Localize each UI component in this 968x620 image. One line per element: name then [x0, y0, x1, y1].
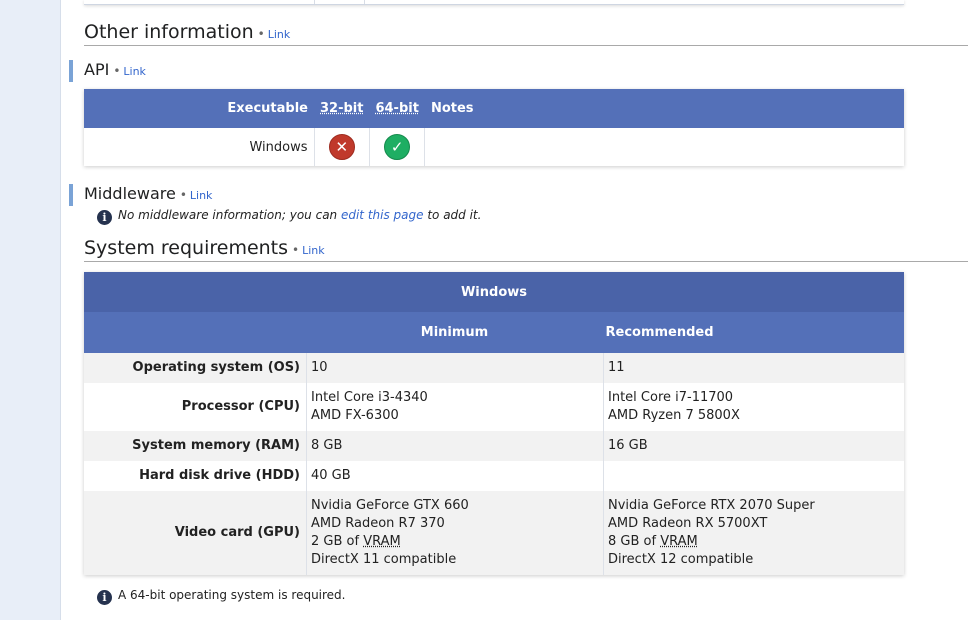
min-cell: Intel Core i3-4340 AMD FX-6300 [306, 383, 604, 431]
header-32bit: 32-bit [314, 89, 370, 128]
section-heading-other-information: Other information • Link [84, 21, 968, 46]
footer-note: iA 64-bit operating system is required. [97, 588, 346, 605]
middleware-note: i No middleware information; you can edit… [97, 208, 481, 225]
vram-abbr: VRAM [660, 534, 698, 549]
header-recommended: Recommended [603, 312, 904, 353]
section-heading-api: API • Link [69, 60, 146, 82]
api-row-label: Windows [84, 128, 315, 166]
edit-this-page-link[interactable]: edit this page [341, 208, 424, 222]
rec-cell: Intel Core i7-11700 AMD Ryzen 7 5800X [603, 383, 904, 431]
section-link[interactable]: Link [123, 65, 146, 78]
api-header-row: Executable 32-bit 64-bit Notes [84, 89, 904, 128]
table-row: Operating system (OS) 10 11 [84, 353, 904, 383]
x-circle-icon: ✕ [328, 134, 355, 160]
min-cell: 10 [306, 353, 604, 383]
row-label: Operating system (OS) [84, 353, 307, 383]
section-title: System requirements [84, 237, 289, 259]
os-header: Windows [84, 272, 904, 312]
section-heading-system-requirements: System requirements • Link [84, 237, 968, 262]
row-label: Processor (CPU) [84, 383, 307, 431]
system-requirements-table: Windows Minimum Recommended Operating sy… [84, 272, 904, 575]
row-label: Hard disk drive (HDD) [84, 461, 307, 491]
rec-cell: 11 [603, 353, 904, 383]
info-icon: i [97, 210, 112, 225]
check-circle-icon: ✓ [384, 134, 411, 160]
api-notes-cell [424, 128, 904, 166]
section-link[interactable]: Link [302, 244, 325, 257]
header-executable: Executable [84, 89, 314, 128]
api-row-windows: Windows ✕ ✓ [84, 128, 904, 166]
section-title: Other information [84, 21, 254, 43]
rec-cell: 16 GB [603, 431, 904, 461]
vram-line: 2 GB of VRAM [311, 534, 401, 549]
section-heading-middleware: Middleware • Link [69, 184, 212, 206]
left-rail [0, 0, 61, 620]
api-table: Executable 32-bit 64-bit Notes Windows ✕… [84, 89, 904, 166]
header-minimum: Minimum [306, 312, 604, 353]
table-row: Video card (GPU) Nvidia GeForce GTX 660 … [84, 491, 904, 575]
section-link[interactable]: Link [190, 189, 213, 202]
min-cell: Nvidia GeForce GTX 660 AMD Radeon R7 370… [306, 491, 604, 575]
vram-abbr: VRAM [363, 534, 401, 549]
table-row: Hard disk drive (HDD) 40 GB [84, 461, 904, 491]
previous-table-bottom [84, 0, 904, 5]
section-title: API [84, 60, 110, 79]
row-label: System memory (RAM) [84, 431, 307, 461]
row-label: Video card (GPU) [84, 491, 307, 575]
info-icon: i [97, 590, 112, 605]
section-link[interactable]: Link [268, 28, 291, 41]
min-cell: 8 GB [306, 431, 604, 461]
header-notes: Notes [424, 89, 904, 128]
min-cell: 40 GB [306, 461, 604, 491]
rec-cell [603, 461, 904, 491]
table-row: Processor (CPU) Intel Core i3-4340 AMD F… [84, 383, 904, 431]
rec-cell: Nvidia GeForce RTX 2070 Super AMD Radeon… [603, 491, 904, 575]
vram-line: 8 GB of VRAM [608, 534, 698, 549]
table-row: System memory (RAM) 8 GB 16 GB [84, 431, 904, 461]
section-title: Middleware [84, 184, 176, 203]
header-64bit: 64-bit [369, 89, 425, 128]
